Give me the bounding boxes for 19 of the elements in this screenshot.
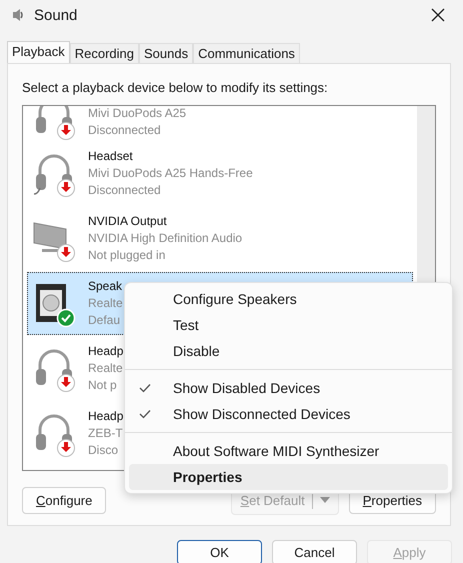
window-title: Sound bbox=[34, 6, 78, 24]
device-description: Mivi DuoPods A25 Hands-Free bbox=[88, 165, 253, 182]
device-description: Realte bbox=[88, 360, 123, 377]
device-name: Speak bbox=[88, 278, 122, 295]
device-description: ZEB-T bbox=[88, 425, 123, 442]
device-status: Disconnected bbox=[88, 182, 161, 199]
device-description: NVIDIA High Definition Audio bbox=[88, 230, 242, 247]
device-description: Mivi DuoPods A25 bbox=[88, 106, 186, 122]
device-name: Headp bbox=[88, 343, 124, 360]
device-name: Headp bbox=[88, 408, 124, 425]
device-status: Defau bbox=[88, 312, 120, 329]
instruction-text: Select a playback device below to modify its settings: bbox=[22, 80, 329, 95]
device-name: NVIDIA Output bbox=[88, 213, 167, 230]
device-status: Not p bbox=[88, 377, 117, 394]
device-status: Disconnected bbox=[88, 122, 161, 139]
device-name: Headset bbox=[88, 148, 133, 165]
device-description: Realte bbox=[88, 295, 123, 312]
device-status: Not plugged in bbox=[88, 247, 166, 264]
device-status: Disco bbox=[88, 442, 118, 459]
